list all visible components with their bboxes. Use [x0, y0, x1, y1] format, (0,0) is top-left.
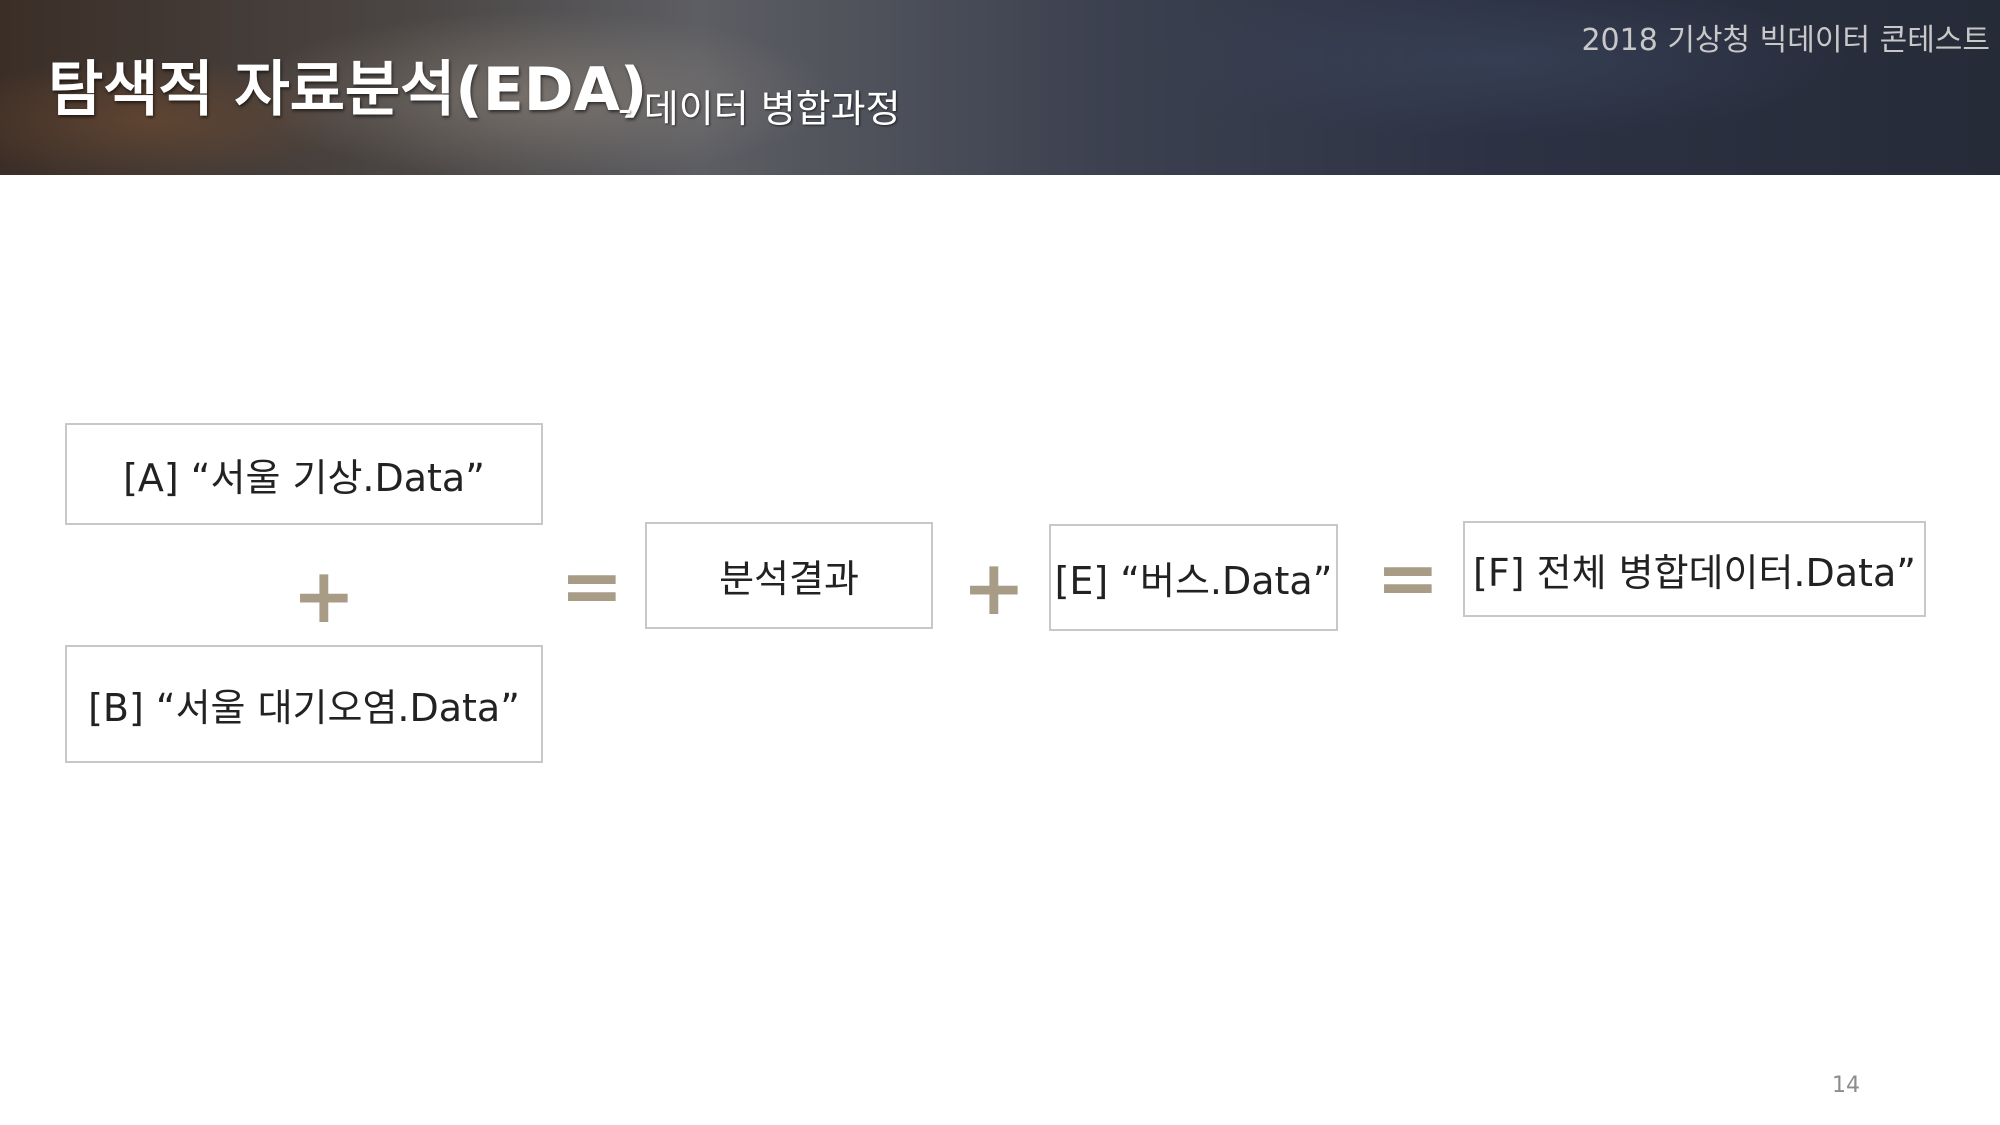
- contest-label: 2018 기상청 빅데이터 콘테스트: [1581, 23, 1990, 58]
- plus-operator-ab: +: [292, 551, 356, 640]
- page-number: 14: [1832, 1073, 1860, 1098]
- box-f-merged-data: [F] 전체 병합데이터.Data”: [1463, 521, 1926, 617]
- slide-subtitle: - 데이터 병합과정: [618, 87, 901, 131]
- equals-operator-1: =: [560, 541, 624, 630]
- box-b-seoul-air-pollution: [B] “서울 대기오염.Data”: [65, 645, 543, 763]
- slide-header: 탐색적 자료분석(EDA) - 데이터 병합과정 2018 기상청 빅데이터 콘…: [0, 0, 2000, 175]
- box-e-bus: [E] “버스.Data”: [1049, 524, 1338, 631]
- box-analysis-result: 분석결과: [645, 522, 933, 629]
- plus-operator-2: +: [962, 543, 1026, 632]
- box-a-seoul-weather: [A] “서울 기상.Data”: [65, 423, 543, 525]
- equals-operator-2: =: [1376, 533, 1440, 622]
- slide-title: 탐색적 자료분석(EDA): [48, 55, 648, 125]
